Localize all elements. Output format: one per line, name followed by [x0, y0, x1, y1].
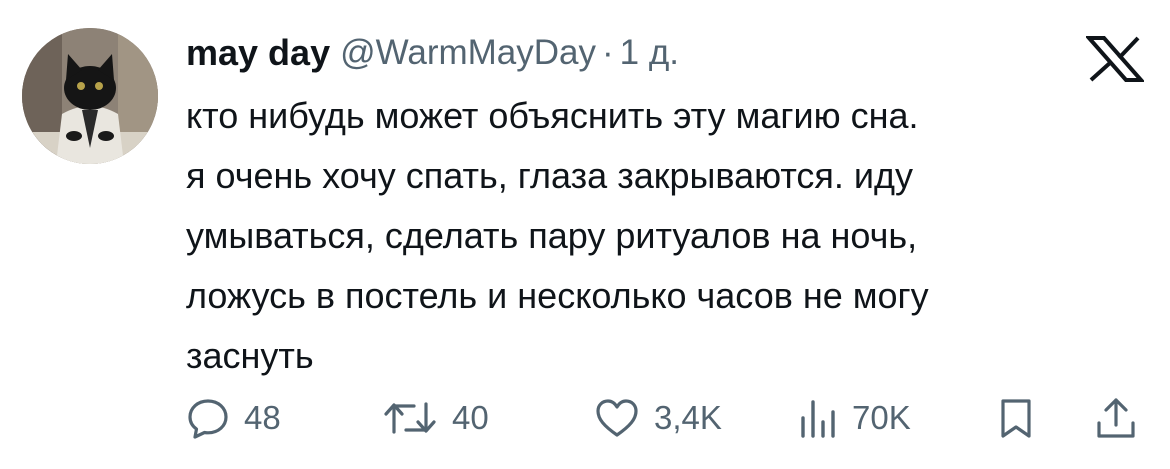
tweet-header: may day @WarmMayDay · 1 д.: [186, 28, 679, 78]
tweet-text-line: умываться, сделать пару ритуалов на ночь…: [186, 215, 918, 256]
reply-count: 48: [244, 399, 281, 436]
retweet-button[interactable]: 40: [382, 388, 489, 448]
tweet-text-line: заснуть: [186, 335, 314, 376]
reply-button[interactable]: 48: [186, 388, 281, 448]
header-separator: ·: [602, 33, 614, 72]
bookmark-button[interactable]: [998, 388, 1034, 448]
reply-icon: [188, 399, 228, 439]
retweet-count: 40: [452, 399, 489, 436]
views-chart-icon: [801, 400, 835, 438]
author-display-name[interactable]: may day: [186, 32, 330, 74]
author-handle[interactable]: @WarmMayDay: [340, 33, 596, 73]
tweet-text-line: кто нибудь может объяснить эту магию сна…: [186, 95, 919, 136]
avatar[interactable]: [22, 28, 158, 164]
heart-icon: [596, 399, 638, 437]
bookmark-icon: [1001, 399, 1031, 438]
black-cat-avatar-image: [22, 28, 158, 164]
like-button[interactable]: 3,4K: [594, 388, 722, 448]
tweet-text-line: ложусь в постель и несколько часов не мо…: [186, 275, 929, 316]
tweet-actions-bar: 48 40 3,4K 70K: [186, 388, 1146, 448]
views-count: 70K: [852, 399, 911, 436]
share-icon: [1097, 398, 1135, 438]
tweet-text: кто нибудь может объяснить эту магию сна…: [186, 86, 1146, 386]
like-count: 3,4K: [654, 399, 722, 436]
x-logo-icon[interactable]: [1084, 36, 1146, 82]
retweet-icon: [384, 402, 436, 434]
share-button[interactable]: [1094, 388, 1138, 448]
views-button[interactable]: 70K: [798, 388, 911, 448]
tweet-text-line: я очень хочу спать, глаза закрываются. и…: [186, 155, 914, 196]
tweet-timestamp[interactable]: 1 д.: [620, 33, 679, 73]
